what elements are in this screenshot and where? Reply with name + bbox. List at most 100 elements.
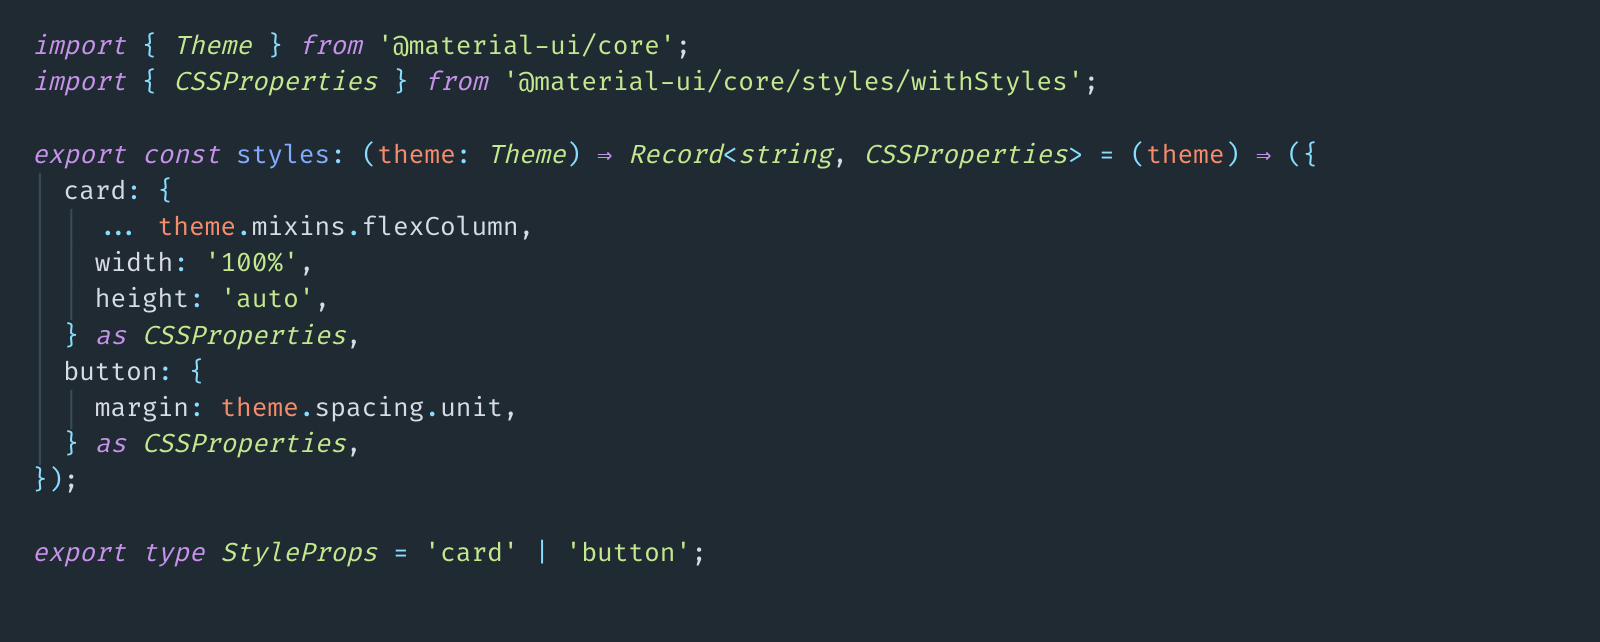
type-Theme: Theme	[487, 139, 565, 171]
brace-close: }	[63, 428, 79, 460]
keyword-import: import	[32, 30, 126, 62]
brace-open: {	[1303, 139, 1319, 171]
string-literal: '100%'	[205, 247, 299, 279]
equals: =	[1099, 139, 1115, 171]
keyword-type: type	[142, 537, 205, 569]
type-StyleProps: StyleProps	[220, 537, 377, 569]
colon: :	[330, 139, 346, 171]
identifier-styles: styles	[236, 139, 330, 171]
indent-guide: │	[32, 175, 63, 207]
code-line-5: │ card: {	[32, 175, 173, 207]
keyword-from: from	[299, 30, 362, 62]
dot: .	[424, 392, 440, 424]
property-mixins: mixins	[252, 211, 346, 243]
brace-open: {	[142, 30, 158, 62]
pipe: |	[534, 537, 550, 569]
comma: ,	[519, 211, 535, 243]
comma: ,	[346, 320, 362, 352]
brace-close: }	[32, 464, 48, 496]
type-CSSProperties: CSSProperties	[142, 320, 346, 352]
property-height: height	[95, 283, 189, 315]
code-line-12: │ } as CSSProperties,	[32, 428, 362, 460]
code-block: import { Theme } from '@material-ui/core…	[0, 0, 1600, 599]
comma: ,	[315, 283, 331, 315]
brace-close: }	[267, 30, 283, 62]
dot: .	[299, 392, 315, 424]
param-theme: theme	[377, 139, 455, 171]
string-literal: '@material-ui/core/styles/withStyles'	[503, 66, 1084, 98]
identifier-theme: theme	[158, 211, 236, 243]
property-unit: unit	[440, 392, 503, 424]
dot: .	[236, 211, 252, 243]
paren-open: (	[362, 139, 378, 171]
keyword-import: import	[32, 66, 126, 98]
code-line-1: import { Theme } from '@material-ui/core…	[32, 30, 691, 62]
type-CSSProperties: CSSProperties	[173, 66, 377, 98]
paren-close: )	[48, 464, 64, 496]
colon: :	[126, 175, 142, 207]
spread: ...	[95, 211, 142, 243]
equals: =	[393, 537, 409, 569]
code-line-13: });	[32, 464, 79, 496]
arrow-icon: ⇒	[1256, 139, 1271, 171]
indent-guide: │	[32, 320, 63, 352]
code-line-6: │ │ ... theme.mixins.flexColumn,	[32, 211, 534, 243]
brace-close: }	[63, 320, 79, 352]
semicolon: ;	[691, 537, 707, 569]
colon: :	[173, 247, 189, 279]
colon: :	[189, 392, 205, 424]
keyword-as: as	[95, 320, 126, 352]
colon: :	[189, 283, 205, 315]
paren-open: (	[1130, 139, 1146, 171]
identifier-theme: theme	[220, 392, 298, 424]
keyword-as: as	[95, 428, 126, 460]
comma: ,	[503, 392, 519, 424]
brace-close: }	[393, 66, 409, 98]
type-Record: Record	[628, 139, 722, 171]
type-CSSProperties: CSSProperties	[864, 139, 1068, 171]
colon: :	[456, 139, 472, 171]
type-string: string	[738, 139, 832, 171]
indent-guide: │ │	[32, 247, 95, 279]
type-Theme: Theme	[173, 30, 251, 62]
code-line-9: │ } as CSSProperties,	[32, 320, 362, 352]
string-literal: 'card'	[424, 537, 518, 569]
code-line-15: export type StyleProps = 'card' | 'butto…	[32, 537, 707, 569]
string-literal: 'auto'	[220, 283, 314, 315]
paren-open: (	[1287, 139, 1303, 171]
arrow-icon: ⇒	[597, 139, 612, 171]
type-CSSProperties: CSSProperties	[142, 428, 346, 460]
string-literal: 'button'	[566, 537, 692, 569]
code-line-11: │ │ margin: theme.spacing.unit,	[32, 392, 519, 424]
indent-guide: │	[32, 428, 63, 460]
comma: ,	[832, 139, 848, 171]
semicolon: ;	[63, 464, 79, 496]
keyword-export: export	[32, 537, 126, 569]
string-literal: '@material-ui/core'	[377, 30, 675, 62]
semicolon: ;	[675, 30, 691, 62]
code-line-2: import { CSSProperties } from '@material…	[32, 66, 1099, 98]
indent-guide: │ │	[32, 211, 95, 243]
property-margin: margin	[95, 392, 189, 424]
brace-open: {	[158, 175, 174, 207]
colon: :	[158, 356, 174, 388]
indent-guide: │	[32, 356, 63, 388]
brace-open: {	[142, 66, 158, 98]
angle-open: <	[722, 139, 738, 171]
brace-open: {	[189, 356, 205, 388]
comma: ,	[346, 428, 362, 460]
property-width: width	[95, 247, 173, 279]
code-line-4: export const styles: (theme: Theme) ⇒ Re…	[32, 139, 1318, 171]
property-button: button	[63, 356, 157, 388]
keyword-const: const	[142, 139, 220, 171]
param-theme: theme	[1146, 139, 1224, 171]
code-line-8: │ │ height: 'auto',	[32, 283, 330, 315]
paren-close: )	[566, 139, 582, 171]
indent-guide: │ │	[32, 283, 95, 315]
indent-guide: │ │	[32, 392, 95, 424]
semicolon: ;	[1084, 66, 1100, 98]
keyword-from: from	[424, 66, 487, 98]
angle-close: >	[1068, 139, 1084, 171]
property-flexColumn: flexColumn	[362, 211, 519, 243]
paren-close: )	[1225, 139, 1241, 171]
